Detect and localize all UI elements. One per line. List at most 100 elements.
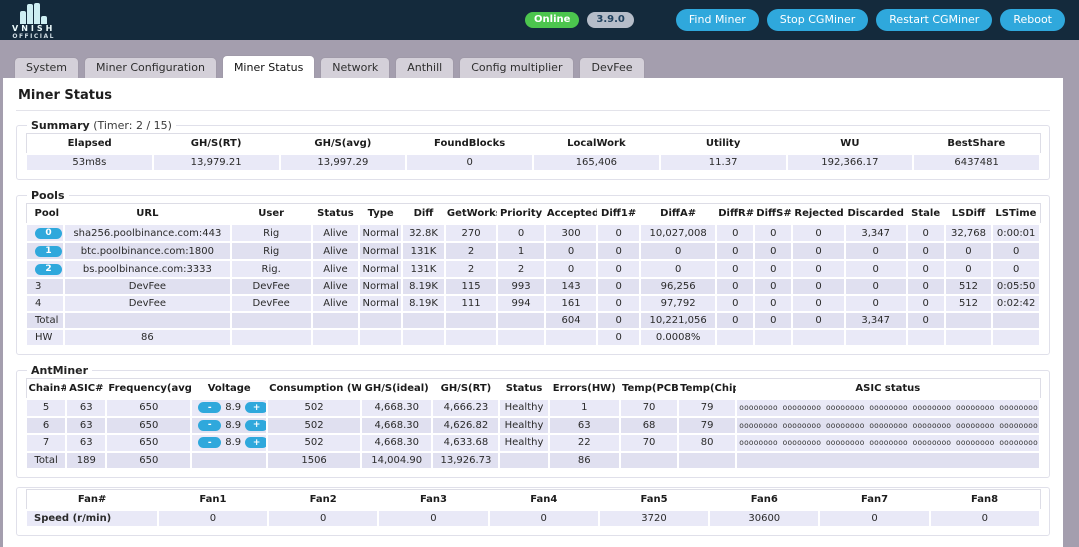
table-cell: 86	[63, 328, 232, 347]
table-cell: 68	[619, 415, 680, 435]
table-cell	[496, 311, 546, 330]
table-cell: 189	[65, 450, 108, 470]
pools-section: Pools Pool URL User Status Type Diff GetWorks P…	[16, 189, 1050, 355]
table-cell: 131K	[401, 241, 446, 261]
table-cell: btc.poolbinance.com:1800	[63, 241, 232, 261]
table-row: Speed (r/min) 0 0 0 0 3720 30600 0 0	[25, 508, 1042, 528]
table-cell: 0	[596, 277, 642, 296]
find-miner-button[interactable]: Find Miner	[675, 8, 759, 32]
tab-miner-status[interactable]: Miner Status	[221, 55, 316, 78]
table-cell: Rig.	[229, 259, 313, 279]
table-cell: oooooooo oooooooo oooooooo oooooooo oooo…	[735, 433, 1041, 453]
table-cell: 5	[24, 398, 68, 418]
table-cell: Healthy	[498, 433, 550, 453]
voltage-decrease-button[interactable]: -	[198, 437, 222, 448]
column-header: User	[230, 203, 312, 224]
table-cell: 2	[443, 259, 499, 279]
table-cell: 0	[596, 311, 642, 330]
pool-id-badge: 1	[35, 246, 62, 257]
pools-table: Pool URL User Status Type Diff GetWorks Priorit…	[24, 203, 1041, 347]
table-cell: 63	[65, 398, 108, 418]
table-cell: 0	[715, 223, 756, 243]
table-cell: 165,406	[532, 153, 661, 172]
table-cell: -8.9 +	[190, 398, 269, 418]
column-header: DiffA#	[640, 203, 717, 224]
table-cell: 70	[619, 398, 680, 418]
table-cell: 502	[266, 415, 362, 435]
table-cell: 993	[496, 277, 546, 296]
table-cell	[498, 450, 550, 470]
table-cell: 0	[596, 259, 642, 279]
column-header: Priority	[497, 203, 545, 224]
table-cell: 96,256	[639, 277, 718, 296]
table-cell: 13,997.29	[278, 153, 408, 172]
vnish-logo: VNISH OFFICIAL	[12, 1, 55, 40]
table-cell: 0	[991, 241, 1041, 261]
table-cell	[496, 328, 546, 347]
column-header: LocalWork	[533, 133, 660, 154]
table-cell: 13,926.73	[431, 450, 501, 470]
table-cell: 604	[543, 311, 599, 330]
column-header: Fan5	[598, 489, 710, 510]
table-cell: 0	[905, 241, 946, 261]
tab-config-multiplier[interactable]: Config multiplier	[459, 57, 575, 78]
column-header: Status	[499, 378, 549, 399]
table-cell: -8.9 +	[190, 415, 269, 435]
fans-section: Fan# Fan1 Fan2 Fan3 Fan4 Fan5 Fan6 Fan7 Fan8 Spe…	[16, 486, 1050, 536]
table-cell: 4,633.68	[431, 433, 501, 453]
table-cell: 3,347	[843, 311, 908, 330]
table-cell	[753, 328, 794, 347]
tab-devfee[interactable]: DevFee	[579, 57, 645, 78]
column-header: WU	[786, 133, 914, 154]
table-cell	[943, 328, 994, 347]
table-cell: 0	[753, 294, 794, 313]
table-cell: 10,221,056	[639, 311, 718, 330]
version-badge: 3.9.0	[587, 11, 634, 28]
table-cell: Normal	[358, 259, 404, 279]
table-cell: 0	[905, 223, 946, 243]
table-cell: 4,668.30	[359, 398, 434, 418]
table-cell: 0	[843, 277, 908, 296]
table-cell: 0	[543, 259, 599, 279]
table-cell: oooooooo oooooooo oooooooo oooooooo oooo…	[735, 398, 1041, 418]
table-cell: 7	[24, 433, 68, 453]
top-header-bar: VNISH OFFICIAL Online 3.9.0 Find Miner S…	[0, 0, 1079, 40]
table-cell: 0	[791, 311, 846, 330]
table-row: 1 btc.poolbinance.com:1800 Rig Alive Normal 1…	[24, 241, 1041, 261]
table-cell: 0	[405, 153, 534, 172]
voltage-increase-button[interactable]: +	[245, 437, 266, 448]
table-row: 0 sha256.poolbinance.com:443 Rig Alive Norma…	[24, 223, 1041, 243]
table-cell: Alive	[310, 259, 361, 279]
pool-id-badge: 2	[35, 264, 62, 275]
table-cell	[791, 328, 846, 347]
table-cell: 0	[715, 277, 756, 296]
voltage-increase-button[interactable]: +	[245, 402, 266, 413]
table-row: 2 bs.poolbinance.com:3333 Rig. Alive Normal 1…	[24, 259, 1041, 279]
tab-system[interactable]: System	[14, 57, 80, 78]
voltage-increase-button[interactable]: +	[245, 419, 266, 431]
restart-cgminer-button[interactable]: Restart CGMiner	[876, 8, 993, 32]
table-cell: 650	[105, 398, 193, 418]
reboot-button[interactable]: Reboot	[1000, 8, 1065, 32]
table-cell: DevFee	[229, 294, 313, 313]
table-cell: 63	[65, 415, 108, 435]
table-cell: Alive	[310, 294, 361, 313]
column-header: Fan3	[378, 489, 489, 510]
column-header: Voltage	[191, 378, 268, 399]
table-cell: 0	[791, 259, 846, 279]
logo-title: VNISH	[12, 23, 56, 33]
table-cell: 86	[547, 450, 622, 470]
stop-cgminer-button[interactable]: Stop CGMiner	[766, 8, 869, 32]
table-cell: DevFee	[63, 277, 232, 296]
table-cell: 0	[156, 508, 270, 528]
tab-anthill[interactable]: Anthill	[395, 57, 455, 78]
column-header: BestShare	[913, 133, 1040, 154]
voltage-decrease-button[interactable]: -	[198, 402, 222, 413]
voltage-decrease-button[interactable]: -	[198, 419, 222, 431]
tab-miner-configuration[interactable]: Miner Configuration	[84, 57, 217, 78]
table-cell: 0	[843, 241, 908, 261]
column-header: DiffR#	[716, 203, 755, 224]
table-cell	[358, 311, 404, 330]
tab-network[interactable]: Network	[320, 57, 391, 78]
table-cell: 161	[543, 294, 599, 313]
